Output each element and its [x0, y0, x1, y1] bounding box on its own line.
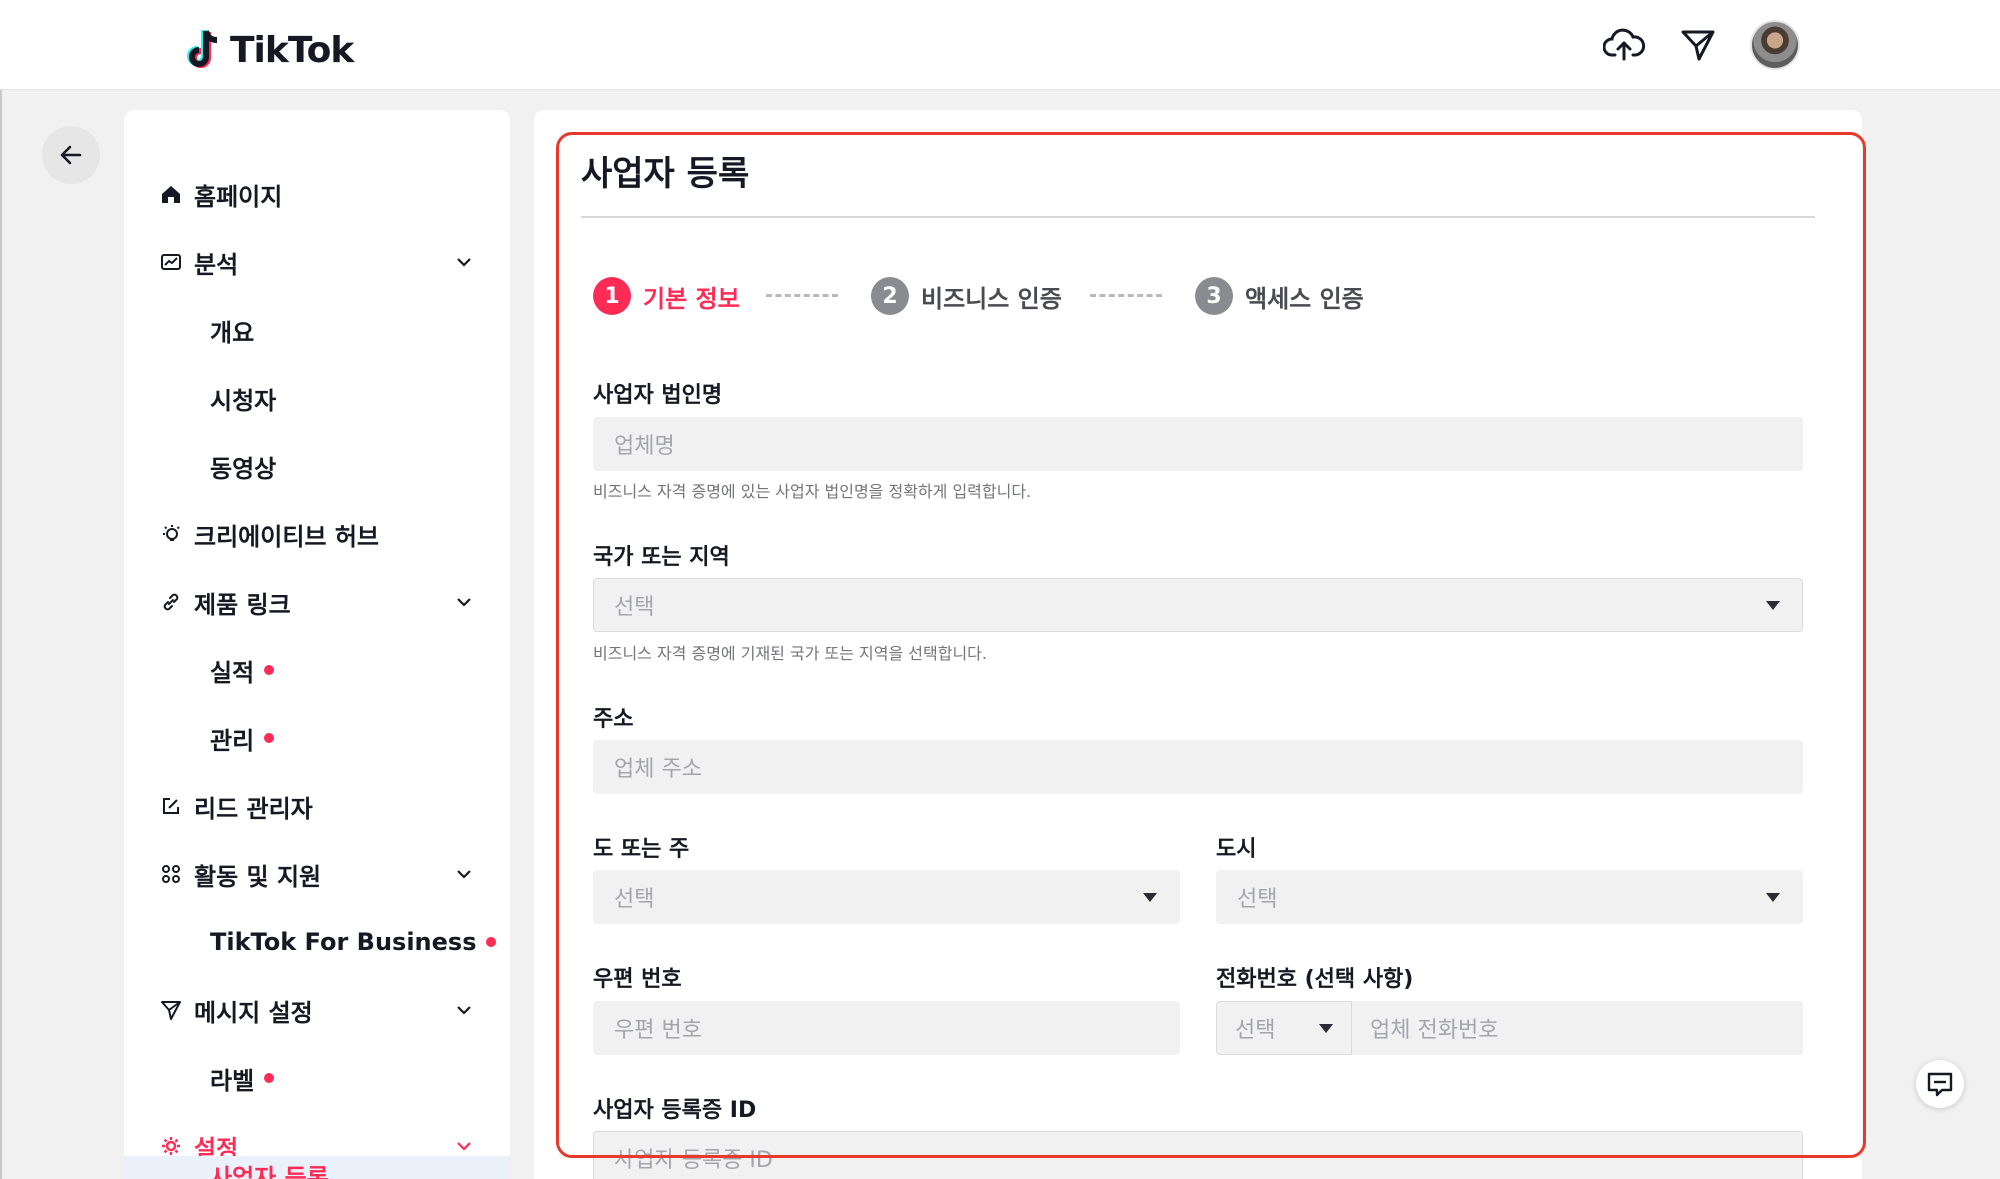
sidebar-item-label: 메시지 설정	[194, 998, 313, 1027]
phone-input[interactable]: 업체 전화번호	[1352, 1001, 1803, 1055]
company-name-help: 비즈니스 자격 증명에 있는 사업자 법인명을 정확하게 입력합니다.	[593, 482, 1032, 501]
notification-dot	[264, 1073, 275, 1083]
notification-dot	[264, 665, 275, 675]
arrow-left-icon	[60, 145, 82, 165]
sidebar-item-business-registration[interactable]: 사업자 등록	[210, 1158, 329, 1179]
company-name-input[interactable]: 업체명	[593, 417, 1803, 471]
chat-button[interactable]	[1916, 1060, 1964, 1108]
sidebar-item-audience[interactable]: 시청자	[210, 370, 276, 426]
logo-text: TikTok	[230, 29, 354, 71]
send-icon[interactable]	[1676, 23, 1720, 67]
chevron-down-icon	[457, 870, 471, 879]
sidebar-item-videos[interactable]: 동영상	[210, 438, 276, 494]
sidebar-item-creative-hub[interactable]: 크리에이티브 허브	[124, 506, 510, 562]
country-select-value: 선택	[614, 595, 655, 620]
tiktok-logo-icon	[187, 30, 218, 68]
step-business-verification: 2 비즈니스 인증	[871, 276, 1062, 316]
chevron-down-icon	[457, 1006, 471, 1015]
edit-icon	[158, 793, 184, 819]
reg-id-label: 사업자 등록증 ID	[593, 1098, 757, 1123]
link-icon	[158, 589, 184, 615]
country-select[interactable]: 선택	[593, 578, 1803, 632]
lightbulb-icon	[158, 521, 184, 547]
chevron-down-icon	[457, 258, 471, 267]
avatar[interactable]	[1750, 20, 1800, 70]
sidebar: 홈페이지 분석 개요 시청자 동영상 크리에이티브 허브 제품 링크 실적 관리…	[124, 110, 510, 1179]
divider	[581, 216, 1815, 218]
home-icon	[158, 181, 184, 207]
sidebar-item-message-settings[interactable]: 메시지 설정	[124, 982, 510, 1038]
caret-down-icon	[1766, 601, 1780, 610]
sidebar-item-product-link[interactable]: 제품 링크	[124, 574, 510, 630]
sidebar-item-label: 관리	[210, 726, 255, 755]
sidebar-item-manage[interactable]: 관리	[210, 710, 275, 766]
sidebar-item-label: 크리에이티브 허브	[194, 522, 379, 551]
step-access-verification: 3 액세스 인증	[1195, 276, 1364, 316]
step-label: 기본 정보	[643, 284, 740, 313]
sidebar-item-label: 동영상	[210, 454, 277, 483]
address-label: 주소	[593, 707, 634, 732]
sidebar-item-label: TikTok For Business	[210, 928, 477, 956]
sidebar-item-label: 리드 관리자	[194, 794, 313, 823]
sidebar-item-label: 개요	[210, 318, 255, 347]
sidebar-item-overview[interactable]: 개요	[210, 302, 254, 358]
postal-input[interactable]: 우편 번호	[593, 1001, 1180, 1055]
notification-dot	[486, 937, 497, 947]
page-title: 사업자 등록	[581, 154, 750, 194]
phone-code-select[interactable]: 선택	[1216, 1001, 1352, 1055]
sidebar-item-performance[interactable]: 실적	[210, 642, 275, 698]
city-select-value: 선택	[1237, 887, 1278, 912]
chat-icon	[1927, 1072, 1953, 1097]
step-number: 2	[871, 277, 909, 315]
city-label: 도시	[1216, 837, 1257, 862]
step-connector	[1090, 294, 1162, 297]
send-icon	[158, 997, 184, 1023]
address-input[interactable]: 업체 주소	[593, 740, 1803, 794]
back-button[interactable]	[42, 126, 100, 184]
step-number: 3	[1195, 277, 1233, 315]
step-label: 액세스 인증	[1245, 284, 1364, 313]
step-label: 비즈니스 인증	[921, 284, 1062, 313]
sidebar-item-activities[interactable]: 활동 및 지원	[124, 846, 510, 902]
phone-label: 전화번호 (선택 사항)	[1216, 967, 1414, 992]
sidebar-item-labels[interactable]: 라벨	[210, 1050, 275, 1106]
step-basic-info: 1 기본 정보	[593, 276, 740, 316]
chevron-down-icon	[457, 1142, 471, 1151]
company-name-label: 사업자 법인명	[593, 383, 723, 408]
sidebar-item-label: 실적	[210, 658, 255, 687]
sidebar-item-home[interactable]: 홈페이지	[124, 166, 510, 222]
window-edge	[0, 90, 2, 1179]
state-select[interactable]: 선택	[593, 870, 1180, 924]
sidebar-item-label: 분석	[194, 250, 239, 279]
state-select-value: 선택	[614, 887, 655, 912]
tiktok-logo[interactable]: TikTok	[184, 26, 354, 74]
grid-icon	[158, 861, 184, 887]
country-help: 비즈니스 자격 증명에 기재된 국가 또는 지역을 선택합니다.	[593, 644, 987, 663]
postal-label: 우편 번호	[593, 967, 682, 992]
notification-dot	[264, 733, 275, 743]
caret-down-icon	[1766, 893, 1780, 902]
sidebar-item-label: 활동 및 지원	[194, 862, 322, 891]
country-label: 국가 또는 지역	[593, 545, 730, 570]
phone-code-value: 선택	[1235, 1018, 1276, 1043]
city-select[interactable]: 선택	[1216, 870, 1803, 924]
analytics-icon	[158, 249, 184, 275]
caret-down-icon	[1319, 1024, 1333, 1033]
reg-id-input[interactable]: 사업자 등록증 ID	[593, 1131, 1803, 1179]
step-connector	[766, 294, 838, 297]
sidebar-item-label: 라벨	[210, 1066, 255, 1095]
top-header: TikTok	[0, 0, 2000, 90]
sidebar-item-label: 홈페이지	[194, 182, 283, 211]
sidebar-item-label: 제품 링크	[194, 590, 291, 619]
sidebar-item-label: 시청자	[210, 386, 277, 415]
state-label: 도 또는 주	[593, 837, 690, 862]
sidebar-item-analytics[interactable]: 분석	[124, 234, 510, 290]
caret-down-icon	[1143, 893, 1157, 902]
step-number: 1	[593, 277, 631, 315]
chevron-down-icon	[457, 598, 471, 607]
sidebar-item-lead-manager[interactable]: 리드 관리자	[124, 778, 510, 834]
sidebar-item-tiktok-for-business[interactable]: TikTok For Business	[210, 914, 497, 970]
upload-cloud-icon[interactable]	[1602, 23, 1646, 67]
